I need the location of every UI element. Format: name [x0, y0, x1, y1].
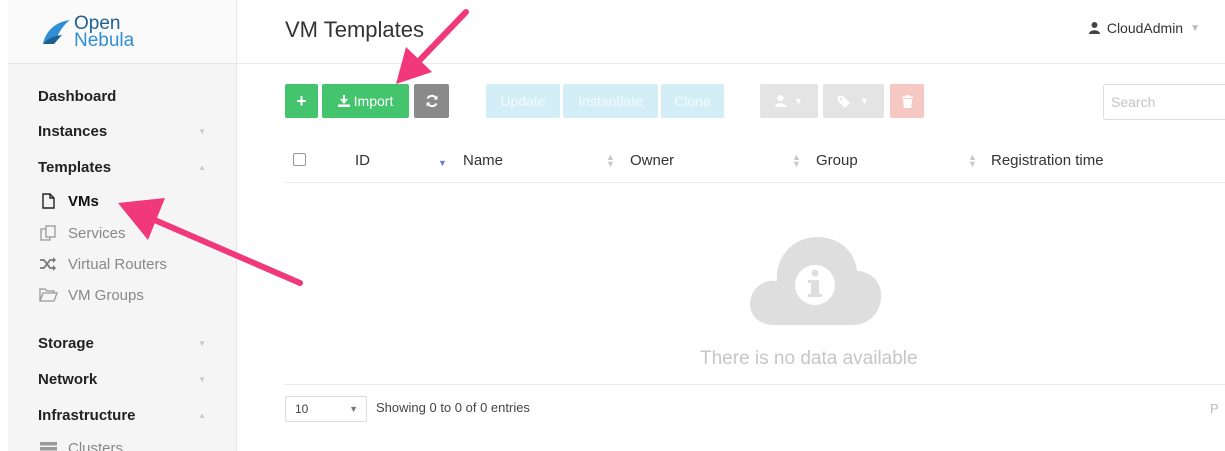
user-name: CloudAdmin	[1106, 20, 1184, 36]
folder-open-icon	[38, 288, 58, 302]
chevron-down-icon: ▼	[349, 404, 358, 414]
info-cloud-icon	[750, 237, 882, 325]
sidebar-subitem-label: Virtual Routers	[68, 255, 167, 273]
sidebar-item-instances[interactable]: Instances ▼	[38, 116, 216, 146]
services-icon	[38, 225, 58, 241]
sidebar-item-templates[interactable]: Templates ▲	[38, 152, 216, 182]
divider	[284, 182, 1225, 183]
sort-icon[interactable]: ▲ ▼	[792, 153, 801, 169]
trash-icon	[901, 94, 913, 108]
page-size-value: 10	[295, 402, 309, 416]
sidebar-subitem-services[interactable]: Services	[38, 219, 126, 247]
sidebar: Open Nebula Dashboard Instances ▼ Templa…	[8, 0, 237, 451]
sidebar-subitem-vm-groups[interactable]: VM Groups	[38, 281, 144, 309]
sort-icon[interactable]: ▲ ▼	[968, 153, 977, 169]
sidebar-subitem-label: VMs	[68, 192, 99, 210]
sidebar-item-label: Infrastructure	[38, 406, 136, 424]
brand-line2: Nebula	[74, 29, 135, 51]
sidebar-subitem-virtual-routers[interactable]: Virtual Routers	[38, 250, 167, 278]
column-header-id[interactable]: ID	[355, 152, 370, 169]
chevron-down-icon: ▼	[198, 338, 206, 348]
user-icon	[775, 95, 787, 107]
refresh-button[interactable]	[414, 84, 449, 118]
user-menu[interactable]: CloudAdmin ▼	[1088, 20, 1200, 36]
brand-name: Open Nebula	[74, 12, 135, 51]
pagination[interactable]: P	[1210, 401, 1219, 416]
delete-button[interactable]	[890, 84, 924, 118]
shuffle-icon	[38, 257, 58, 271]
sidebar-item-network[interactable]: Network ▼	[38, 364, 216, 394]
sort-desc-icon[interactable]: ▼	[438, 159, 447, 168]
sidebar-item-infrastructure[interactable]: Infrastructure ▲	[38, 400, 216, 430]
sidebar-item-label: Instances	[38, 122, 108, 140]
caret-down-icon: ▼	[860, 96, 869, 106]
sort-icon[interactable]: ▲ ▼	[606, 153, 615, 169]
sidebar-subitem-label: Services	[68, 224, 126, 242]
add-button[interactable]: +	[285, 84, 318, 118]
sidebar-item-label: Dashboard	[38, 87, 117, 105]
change-owner-button[interactable]: ▼	[760, 84, 818, 118]
chevron-down-icon: ▼	[1190, 22, 1200, 34]
clone-button[interactable]: Clone	[661, 84, 724, 118]
empty-state-text: There is no data available	[700, 348, 918, 369]
server-icon	[38, 441, 58, 451]
chevron-down-icon: ▼	[198, 126, 206, 136]
column-header-owner[interactable]: Owner	[630, 152, 674, 169]
tag-icon	[838, 95, 851, 108]
sidebar-item-label: Network	[38, 370, 98, 388]
labels-button[interactable]: ▼	[823, 84, 884, 118]
sidebar-subitem-label: VM Groups	[68, 286, 144, 304]
sidebar-subitem-clusters[interactable]: Clusters	[38, 434, 123, 451]
opennebula-logo[interactable]: Open Nebula	[8, 0, 236, 64]
select-all-checkbox[interactable]	[293, 153, 306, 166]
page-title: VM Templates	[285, 17, 424, 42]
chevron-up-icon: ▲	[198, 162, 206, 172]
sidebar-item-label: Storage	[38, 334, 94, 352]
instantiate-button[interactable]: Instantiate	[563, 84, 658, 118]
entries-info: Showing 0 to 0 of 0 entries	[376, 400, 530, 415]
divider	[284, 384, 1225, 385]
column-header-name[interactable]: Name	[463, 152, 503, 169]
sidebar-item-dashboard[interactable]: Dashboard	[38, 81, 216, 111]
file-icon	[38, 193, 58, 209]
import-button-label: Import	[353, 93, 394, 109]
page-size-select[interactable]: 10 ▼	[285, 396, 367, 422]
column-header-registration-time[interactable]: Registration time	[991, 152, 1104, 169]
top-bar: VM Templates CloudAdmin ▼	[237, 0, 1225, 64]
import-button[interactable]: Import	[322, 84, 409, 118]
download-icon	[337, 95, 350, 107]
chevron-up-icon: ▲	[198, 410, 206, 420]
update-button[interactable]: Update	[486, 84, 560, 118]
sidebar-subitem-vms[interactable]: VMs	[38, 187, 99, 215]
chevron-down-icon: ▼	[198, 374, 206, 384]
brand-line1: Open	[74, 12, 121, 34]
sidebar-item-storage[interactable]: Storage ▼	[38, 328, 216, 358]
opennebula-logo-icon	[43, 19, 70, 44]
sidebar-item-label: Templates	[38, 158, 112, 176]
caret-down-icon: ▼	[794, 96, 803, 106]
refresh-icon	[426, 94, 437, 108]
search-input[interactable]	[1103, 84, 1225, 120]
sidebar-subitem-label: Clusters	[68, 439, 124, 451]
column-header-group[interactable]: Group	[816, 152, 858, 169]
user-icon	[1088, 22, 1100, 34]
